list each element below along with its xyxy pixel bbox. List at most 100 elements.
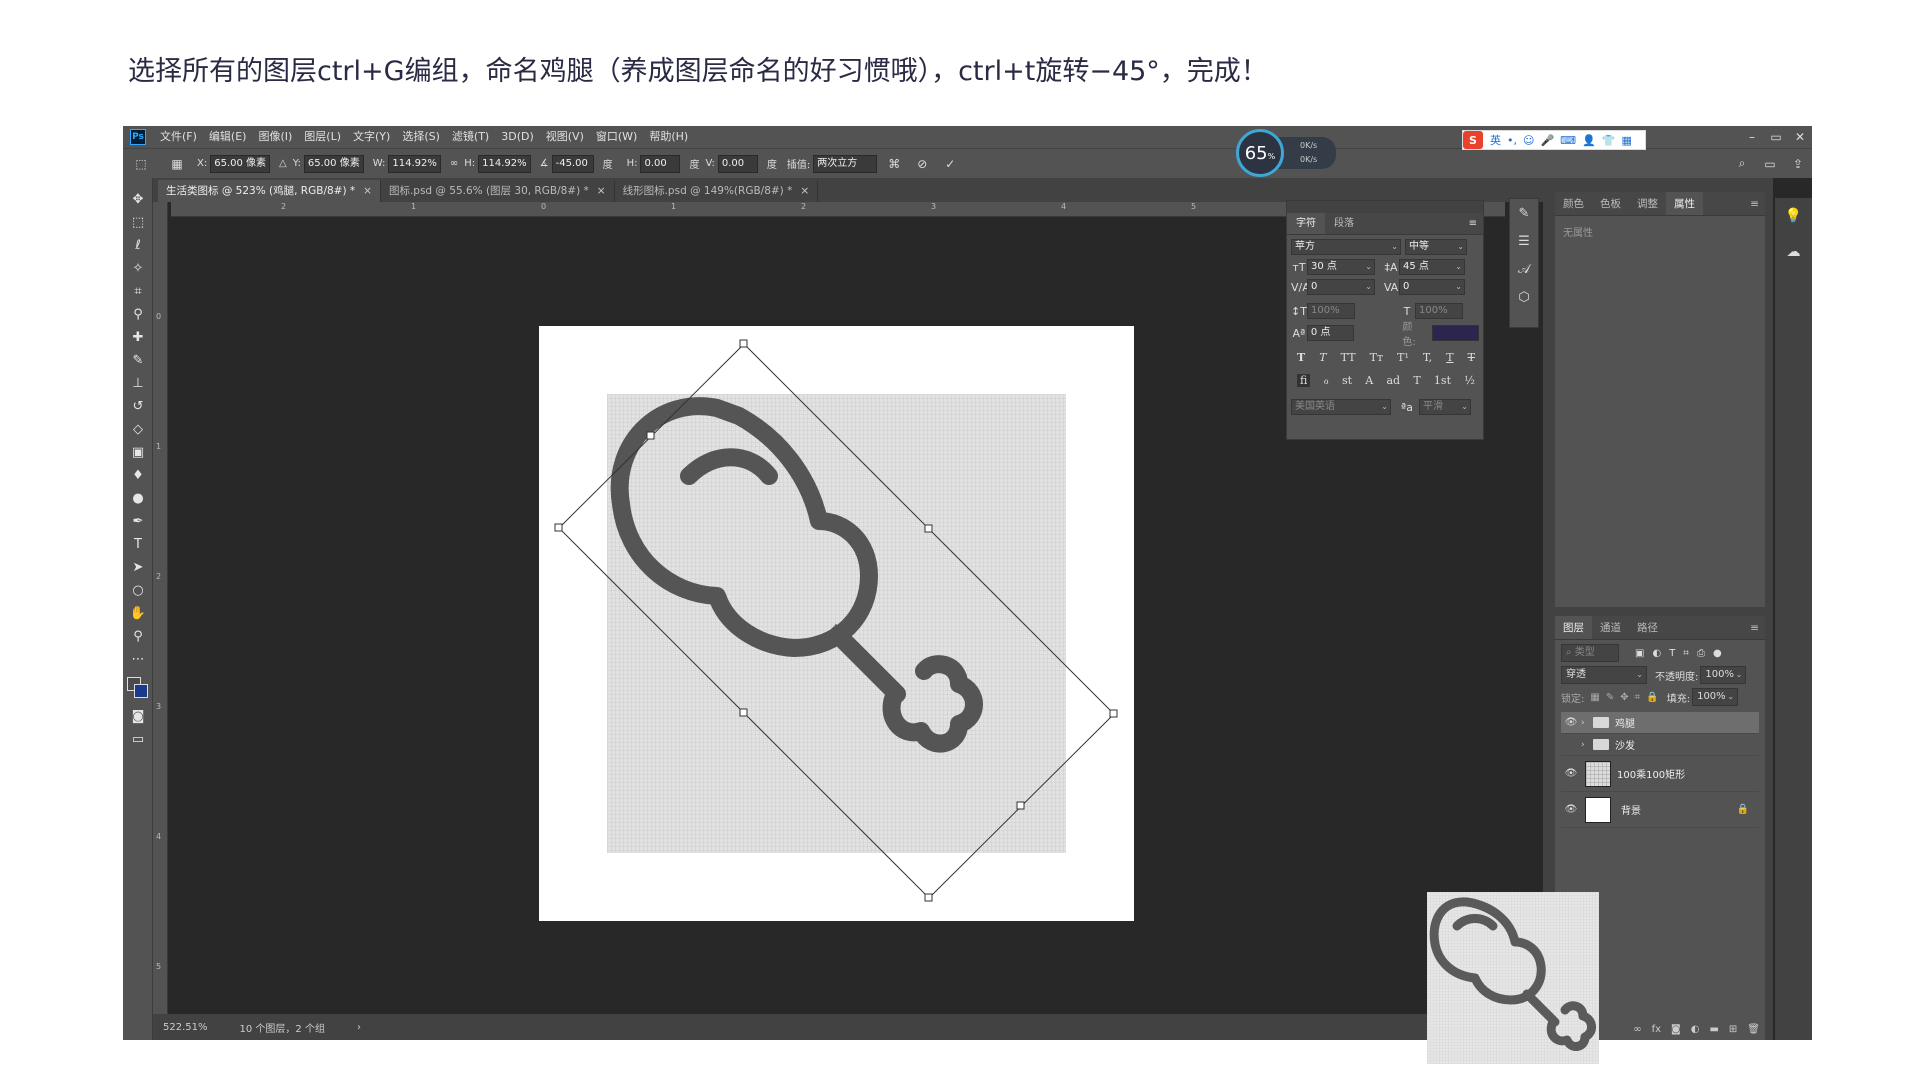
keyboard-icon[interactable]: ⌨: [1560, 134, 1576, 147]
filter-toggle-icon[interactable]: ●: [1713, 648, 1722, 659]
antialias-select[interactable]: 平滑 ⌄: [1419, 399, 1471, 415]
opacity-field[interactable]: 100% ⌄: [1700, 666, 1747, 684]
color-swatches-icon[interactable]: [123, 671, 153, 705]
more-tools-icon[interactable]: ⋯: [123, 648, 153, 671]
path-selection-icon[interactable]: ➤: [123, 556, 153, 579]
tab-character[interactable]: 字符: [1287, 213, 1325, 234]
tab-channels[interactable]: 通道: [1592, 616, 1629, 639]
menu-view[interactable]: 视图(V): [540, 126, 590, 148]
font-weight-select[interactable]: 中等 ⌄: [1405, 239, 1467, 255]
memory-usage-dial[interactable]: 65%: [1236, 129, 1284, 177]
panel-menu-icon[interactable]: ≡: [1469, 213, 1477, 234]
lightbulb-icon[interactable]: 💡: [1775, 198, 1812, 234]
delta-icon[interactable]: △: [279, 158, 287, 169]
height-field[interactable]: 114.92%: [478, 154, 531, 173]
gradient-tool-icon[interactable]: ▣: [123, 441, 153, 464]
skin-icon[interactable]: 👕: [1602, 134, 1616, 147]
menu-image[interactable]: 图像(I): [252, 126, 298, 148]
menu-help[interactable]: 帮助(H): [643, 126, 694, 148]
share-icon[interactable]: ⇪: [1790, 156, 1806, 172]
link-icon[interactable]: ∞: [1633, 1024, 1641, 1035]
layer-name[interactable]: 100乘100矩形: [1617, 766, 1685, 781]
tab-document-1[interactable]: 生活类图标 @ 523% (鸡腿, RGB/8#) * ×: [158, 180, 381, 202]
reference-point-icon[interactable]: ▦: [169, 156, 185, 172]
filter-type-icon[interactable]: T: [1669, 648, 1675, 659]
all-caps-button[interactable]: TT: [1341, 351, 1356, 364]
layer-row-background[interactable]: 👁 背景 🔒: [1561, 792, 1759, 828]
eraser-tool-icon[interactable]: ◇: [123, 418, 153, 441]
new-layer-icon[interactable]: ⊞: [1729, 1024, 1737, 1035]
tab-paths[interactable]: 路径: [1629, 616, 1666, 639]
warp-icon[interactable]: ⌘: [886, 156, 902, 172]
underline-button[interactable]: T: [1446, 351, 1453, 364]
tab-document-3[interactable]: 线形图标.psd @ 149%(RGB/8#) * ×: [615, 180, 819, 202]
zoom-tool-icon[interactable]: ⚲: [123, 625, 153, 648]
titling-alternates-button[interactable]: ad: [1386, 374, 1400, 387]
marquee-tool-icon[interactable]: ⬚: [123, 211, 153, 234]
brush-tool-icon[interactable]: ✎: [123, 349, 153, 372]
hand-tool-icon[interactable]: ✋: [123, 602, 153, 625]
stamp-tool-icon[interactable]: ⊥: [123, 372, 153, 395]
visibility-eye-icon[interactable]: 👁: [1561, 804, 1581, 815]
menu-filter[interactable]: 滤镜(T): [446, 126, 495, 148]
menu-file[interactable]: 文件(F): [154, 126, 203, 148]
emoji-icon[interactable]: ☺: [1523, 134, 1534, 147]
tab-document-2[interactable]: 图标.psd @ 55.6% (图层 30, RGB/8#) * ×: [381, 180, 615, 202]
lasso-tool-icon[interactable]: ℓ: [123, 234, 153, 257]
layer-row-group-sofa[interactable]: › 沙发: [1561, 734, 1759, 756]
crop-tool-icon[interactable]: ⌗: [123, 280, 153, 303]
visibility-eye-icon[interactable]: 👁: [1561, 768, 1581, 779]
discretionary-ligature-button[interactable]: ℴ: [1324, 374, 1329, 387]
layer-filter-select[interactable]: ⌕ 类型: [1561, 644, 1619, 662]
layer-row-rectangle[interactable]: 👁 100乘100矩形: [1561, 756, 1759, 792]
ime-language-toggle[interactable]: 英: [1490, 132, 1501, 148]
horizontal-scale-field[interactable]: 100%: [1415, 303, 1463, 319]
swash-button[interactable]: st: [1342, 374, 1352, 387]
status-arrow-icon[interactable]: ›: [357, 1022, 361, 1033]
tab-close-icon[interactable]: ×: [363, 185, 372, 197]
tab-paragraph[interactable]: 段落: [1325, 213, 1363, 234]
y-position-field[interactable]: 65.00 像素: [303, 154, 364, 173]
visibility-eye-icon[interactable]: 👁: [1561, 717, 1581, 728]
layer-name[interactable]: 沙发: [1615, 737, 1635, 752]
vertical-scale-field[interactable]: 100%: [1307, 303, 1355, 319]
text-color-swatch[interactable]: [1431, 325, 1480, 341]
ornaments-button[interactable]: T: [1413, 374, 1420, 387]
lock-all-icon[interactable]: 🔒: [1646, 692, 1658, 703]
lock-artboard-icon[interactable]: ⌗: [1635, 692, 1641, 703]
adjustment-layer-icon[interactable]: ◐: [1691, 1024, 1700, 1035]
tracking-field[interactable]: 0 ⌄: [1399, 279, 1465, 295]
move-tool-icon[interactable]: ✥: [123, 188, 153, 211]
faux-italic-button[interactable]: T: [1319, 351, 1326, 364]
layer-row-group-chicken-leg[interactable]: 👁 › 鸡腿: [1561, 712, 1759, 734]
brush-settings-icon[interactable]: ✎: [1510, 199, 1538, 227]
angle-field[interactable]: -45.00: [551, 154, 594, 173]
tab-swatches[interactable]: 色板: [1592, 192, 1629, 215]
hskew-field[interactable]: 0.00: [640, 154, 681, 173]
trash-icon[interactable]: 🗑: [1747, 1024, 1760, 1035]
dodge-tool-icon[interactable]: ●: [123, 487, 153, 510]
screen-mode-icon[interactable]: ▭: [123, 728, 153, 751]
tab-adjustments[interactable]: 调整: [1629, 192, 1666, 215]
interpolation-select[interactable]: 两次立方: [813, 154, 878, 173]
filter-pixel-icon[interactable]: ▣: [1635, 648, 1644, 659]
menu-type[interactable]: 文字(Y): [347, 126, 396, 148]
menu-edit[interactable]: 编辑(E): [203, 126, 253, 148]
font-family-select[interactable]: 苹方 ⌄: [1291, 239, 1401, 255]
new-group-icon[interactable]: ▬: [1709, 1024, 1718, 1035]
panel-menu-icon[interactable]: ≡: [1750, 616, 1759, 639]
user-icon[interactable]: 👤: [1582, 134, 1596, 147]
voice-input-icon[interactable]: 🎤: [1540, 134, 1554, 147]
ligatures-button[interactable]: fi: [1297, 374, 1311, 387]
layer-name[interactable]: 鸡腿: [1615, 715, 1635, 730]
language-select[interactable]: 美国英语 ⌄: [1291, 399, 1391, 415]
zoom-level[interactable]: 522.51%: [163, 1022, 208, 1033]
minimize-button[interactable]: –: [1740, 126, 1764, 148]
layer-name[interactable]: 背景: [1621, 802, 1641, 817]
x-position-field[interactable]: 65.00 像素: [210, 154, 271, 173]
workspace-icon[interactable]: ▭: [1762, 156, 1778, 172]
magic-wand-icon[interactable]: ✧: [123, 257, 153, 280]
close-button[interactable]: ✕: [1788, 126, 1812, 148]
ellipse-tool-icon[interactable]: ○: [123, 579, 153, 602]
subscript-button[interactable]: T,: [1423, 351, 1432, 364]
